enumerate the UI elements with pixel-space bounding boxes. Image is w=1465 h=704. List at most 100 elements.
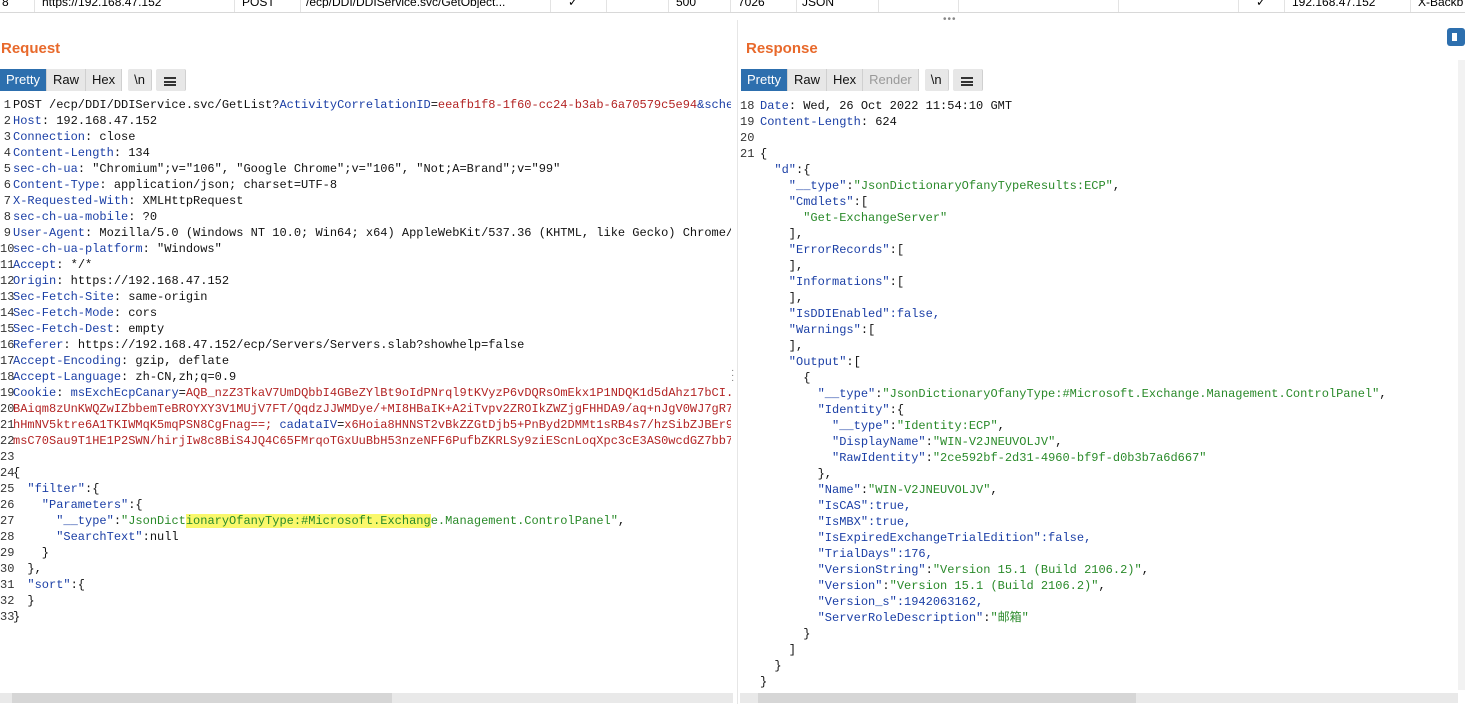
code-token: "SearchText" xyxy=(13,530,143,544)
response-newline-toggle[interactable]: \n xyxy=(924,69,949,91)
response-hscroll-thumb[interactable] xyxy=(758,693,1136,703)
code-token: } xyxy=(13,610,21,624)
request-code[interactable]: POST /ecp/DDI/DDIService.svc/GetList?Act… xyxy=(13,97,731,625)
code-token: "VersionString" xyxy=(760,563,926,577)
code-line: } xyxy=(13,593,731,609)
code-line: sec-ch-ua-platform: "Windows" xyxy=(13,241,731,257)
request-tabs: Pretty Raw Hex \n xyxy=(0,69,186,91)
code-token: sec-ch-ua xyxy=(13,162,78,176)
code-token: "Version 15.1 (Build 2106.2)" xyxy=(889,579,1099,593)
resize-handle-icon[interactable]: ••• xyxy=(943,14,957,25)
code-line: } xyxy=(760,674,1387,690)
hamburger-icon xyxy=(961,77,974,86)
code-line: "__type":"Identity:ECP", xyxy=(760,418,1387,434)
pane-divider[interactable] xyxy=(737,20,738,704)
code-token: :null xyxy=(142,530,179,544)
code-line: Connection: close xyxy=(13,129,731,145)
code-token: Accept-Encoding xyxy=(13,354,122,368)
response-vscroll[interactable] xyxy=(1458,60,1465,690)
code-token: , xyxy=(617,514,626,528)
code-token: : xyxy=(889,419,897,433)
code-token: ], xyxy=(760,259,804,273)
request-newline-toggle[interactable]: \n xyxy=(128,69,152,91)
code-line: Host: 192.168.47.152 xyxy=(13,113,731,129)
code-token: "__type" xyxy=(13,514,114,528)
code-token: Sec-Fetch-Dest xyxy=(13,322,114,336)
code-token: ] xyxy=(760,643,797,657)
code-token: : "Windows" xyxy=(142,242,222,256)
line-number: 29 xyxy=(0,546,15,560)
code-line: "Warnings":[ xyxy=(760,322,1387,338)
inspector-toggle-icon[interactable] xyxy=(1447,28,1465,46)
code-token: , xyxy=(990,483,998,497)
code-token: POST /ecp/DDI/DDIService.svc/GetList? xyxy=(13,98,280,112)
response-code[interactable]: Date: Wed, 26 Oct 2022 11:54:10 GMT Conte… xyxy=(760,98,1387,690)
code-line: hHmNV5ktre6A1TKIWMqK5mqPSN8CgFnag==; cad… xyxy=(13,417,731,433)
code-token: : xyxy=(846,179,854,193)
code-line: POST /ecp/DDI/DDIService.svc/GetList?Act… xyxy=(13,97,731,113)
response-tab-pretty[interactable]: Pretty xyxy=(741,69,788,91)
request-editor[interactable]: 1 2 3 4 5 6 7 8 9 10 11 12 13 14 15 16 17 18 19 20 21 22 23 24 2… xyxy=(0,97,731,689)
code-token: :true, xyxy=(868,499,912,513)
code-line: Sec-Fetch-Site: same-origin xyxy=(13,289,731,305)
code-token: : 192.168.47.152 xyxy=(41,114,158,128)
history-tls-check: ✓ xyxy=(1256,0,1267,8)
code-token: "Name" xyxy=(760,483,861,497)
code-line: sec-ch-ua: "Chromium";v="106", "Google C… xyxy=(13,161,731,177)
code-token: : Mozilla/5.0 (Windows NT 10.0; Win64; x… xyxy=(85,226,731,240)
code-token: "2ce592bf-2d31-4960-bf9f-d0b3b7a6d667" xyxy=(932,451,1207,465)
request-hscroll-thumb[interactable] xyxy=(12,693,392,703)
code-line: }, xyxy=(13,561,731,577)
history-num: 8 xyxy=(2,0,9,8)
code-token: , xyxy=(1055,435,1063,449)
code-token: :[ xyxy=(889,275,905,289)
code-token: "邮箱" xyxy=(990,611,1029,625)
response-tab-render[interactable]: Render xyxy=(863,69,919,91)
code-line: "Name":"WIN-V2JNEUVOLJV", xyxy=(760,482,1387,498)
request-menu-button[interactable] xyxy=(155,69,186,91)
history-row[interactable]: 8 https://192.168.47.152 POST /ecp/DDI/D… xyxy=(0,0,1465,13)
code-line: sec-ch-ua-mobile: ?0 xyxy=(13,209,731,225)
code-token: } xyxy=(13,546,50,560)
code-line: Cookie: msExchEcpCanary=AQB_nzZ3TkaV7UmD… xyxy=(13,385,731,401)
code-token: :[ xyxy=(853,195,869,209)
code-token: "WIN-V2JNEUVOLJV" xyxy=(868,483,991,497)
line-number: 14 xyxy=(0,306,15,320)
code-token: "IsExpiredExchangeTrialEdition" xyxy=(760,531,1041,545)
code-token: User-Agent xyxy=(13,226,86,240)
response-tab-raw[interactable]: Raw xyxy=(787,69,827,91)
code-token: "IsCAS" xyxy=(760,499,869,513)
code-line: ], xyxy=(760,290,1387,306)
code-token: ActivityCorrelationID xyxy=(279,98,431,112)
code-line: "Informations":[ xyxy=(760,274,1387,290)
code-token: "d" xyxy=(760,163,797,177)
code-token: sec-ch-ua-mobile xyxy=(13,210,129,224)
code-token: : xyxy=(925,451,933,465)
code-token: : empty xyxy=(113,322,165,336)
response-menu-button[interactable] xyxy=(952,69,983,91)
request-tab-pretty[interactable]: Pretty xyxy=(0,69,47,91)
pane-resize-dots-icon[interactable]: · · · xyxy=(731,366,734,386)
code-line: ], xyxy=(760,226,1387,242)
code-token: Accept xyxy=(13,258,57,272)
code-token: : "Chromium";v="106", "Google Chrome";v=… xyxy=(77,162,561,176)
code-token: : Wed, 26 Oct 2022 11:54:10 GMT xyxy=(788,99,1013,113)
request-tab-hex[interactable]: Hex xyxy=(85,69,123,91)
code-token: : ?0 xyxy=(128,210,158,224)
code-token: "Get-ExchangeServer" xyxy=(760,211,948,225)
code-token: Sec-Fetch-Mode xyxy=(13,306,114,320)
history-url: /ecp/DDI/DDIService.svc/GetObject... xyxy=(306,0,506,8)
code-token: sec-ch-ua-platform xyxy=(13,242,143,256)
code-line: "__type":"JsonDictionaryOfanyType:#Micro… xyxy=(13,513,731,529)
code-line: "Parameters":{ xyxy=(13,497,731,513)
line-number: 3 xyxy=(3,130,11,144)
response-tab-hex[interactable]: Hex xyxy=(826,69,864,91)
response-editor[interactable]: 18 19 20 21 Date: Wed, 26 Oct 2022 11:54:10… xyxy=(740,98,1456,690)
code-token: : same-origin xyxy=(113,290,208,304)
code-token: "JsonDictionaryOfanyType:#Microsoft.Exch… xyxy=(882,387,1380,401)
request-tab-raw[interactable]: Raw xyxy=(46,69,86,91)
code-token: : XMLHttpRequest xyxy=(128,194,244,208)
code-token: : zh-CN,zh;q=0.9 xyxy=(121,370,237,384)
code-token: , xyxy=(997,419,1005,433)
